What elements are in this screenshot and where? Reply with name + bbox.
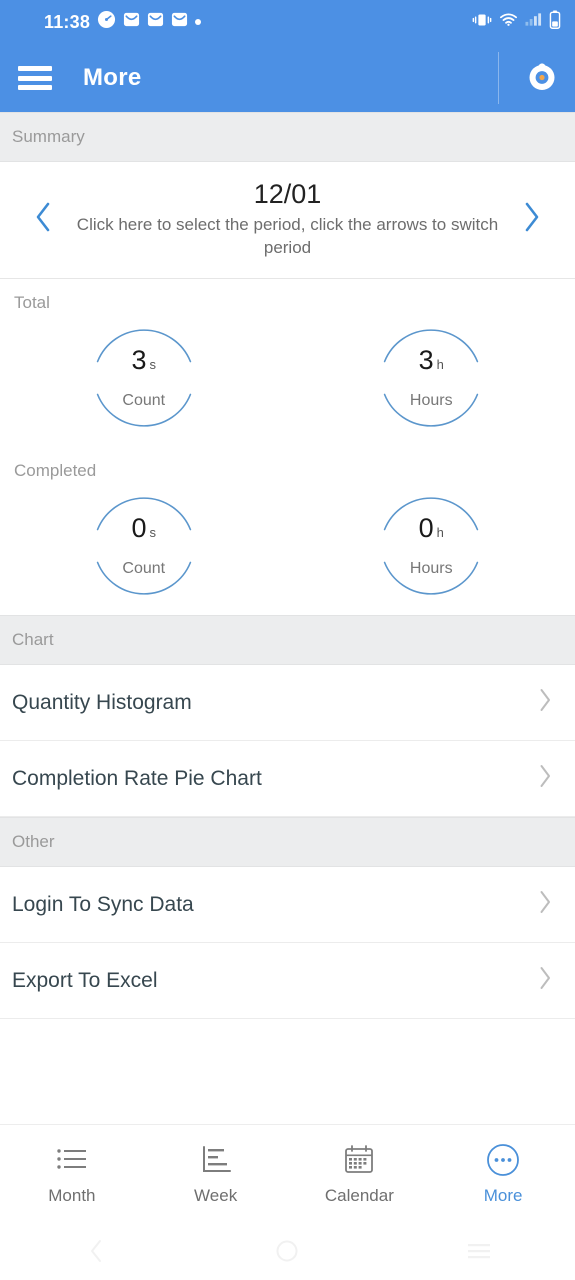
mail-icon <box>147 11 164 33</box>
list-item-label: Completion Rate Pie Chart <box>12 766 262 790</box>
tab-label: Calendar <box>324 1185 394 1205</box>
list-item-export-to-excel[interactable]: Export To Excel <box>0 943 575 1020</box>
status-bar: 11:38 <box>0 0 575 44</box>
chevron-right-icon <box>537 888 553 921</box>
ellipsis-circle-icon <box>485 1142 521 1178</box>
gauge-unit: h <box>436 524 444 540</box>
section-header-chart: Chart <box>0 615 575 666</box>
app-bar-divider <box>498 52 499 104</box>
dot-indicator-icon <box>195 19 202 25</box>
tab-more[interactable]: More <box>431 1125 575 1222</box>
gauge-total-count: 3s Count <box>85 319 203 437</box>
gauge-value: 0h <box>418 512 444 543</box>
hamburger-menu-icon[interactable] <box>18 66 52 90</box>
chevron-right-icon <box>537 762 553 795</box>
summary-completed-block: Completed 0s Count 0h Hours <box>0 447 575 616</box>
period-next-button[interactable] <box>515 196 549 242</box>
app-bar-actions <box>498 44 559 112</box>
tab-week[interactable]: Week <box>144 1125 288 1222</box>
period-value: 12/01 <box>253 179 322 209</box>
tab-month[interactable]: Month <box>0 1125 144 1222</box>
summary-completed-label: Completed <box>14 461 97 481</box>
list-item-completion-rate-pie-chart[interactable]: Completion Rate Pie Chart <box>0 741 575 818</box>
timer-icon[interactable] <box>525 59 559 98</box>
gauge-ring <box>96 497 191 595</box>
gauge-label: Count <box>122 391 166 409</box>
mail-icon <box>123 11 140 33</box>
app-screen: 11:38 More Summary 12/01 Click here to s… <box>0 0 575 1280</box>
signal-icon <box>525 12 542 32</box>
gauge-cell: 3s Count <box>0 313 288 447</box>
list-item-quantity-histogram[interactable]: Quantity Histogram <box>0 665 575 742</box>
gauge-value: 3h <box>418 344 444 375</box>
period-selector[interactable]: 12/01 Click here to select the period, c… <box>0 162 575 280</box>
summary-total-block: Total 3s Count 3h Hours <box>0 279 575 448</box>
page-title: More <box>83 64 142 91</box>
bar-chart-icon <box>200 1142 232 1178</box>
gauge-unit: s <box>149 524 157 540</box>
home-icon[interactable] <box>252 1231 322 1271</box>
period-prev-button[interactable] <box>26 196 60 242</box>
content-spacer <box>0 1019 575 1124</box>
tab-label: Month <box>48 1185 96 1205</box>
chevron-right-icon <box>537 964 553 997</box>
gauge-cell: 0h Hours <box>288 481 575 615</box>
mail-icon <box>171 11 188 33</box>
vibrate-icon <box>472 12 492 33</box>
status-bar-right <box>472 10 561 34</box>
gauge-ring <box>96 329 191 427</box>
bottom-tab-bar: Month Week Calendar More <box>0 1124 575 1222</box>
gauge-cell: 3h Hours <box>288 313 575 447</box>
tab-calendar[interactable]: Calendar <box>288 1125 432 1222</box>
calendar-icon <box>343 1142 375 1178</box>
battery-icon <box>549 10 561 34</box>
back-icon[interactable] <box>61 1231 131 1271</box>
gauge-label: Hours <box>409 559 453 577</box>
period-label-group[interactable]: 12/01 Click here to select the period, c… <box>60 178 515 260</box>
gauge-total-hours: 3h Hours <box>372 319 490 437</box>
chevron-left-icon <box>32 200 54 239</box>
android-nav-bar <box>0 1222 575 1280</box>
chevron-right-icon <box>521 200 543 239</box>
app-bar: More <box>0 44 575 112</box>
tab-label: Week <box>194 1185 238 1205</box>
list-item-label: Quantity Histogram <box>12 690 192 714</box>
status-bar-left: 11:38 <box>44 10 202 34</box>
period-hint: Click here to select the period, click t… <box>76 215 499 258</box>
gauge-completed-hours: 0h Hours <box>372 487 490 605</box>
summary-total-gauges: 3s Count 3h Hours <box>0 313 575 447</box>
gauge-completed-count: 0s Count <box>85 487 203 605</box>
gauge-cell: 0s Count <box>0 481 288 615</box>
gauge-label: Count <box>122 559 166 577</box>
tab-label: More <box>483 1185 523 1205</box>
list-item-label: Export To Excel <box>12 968 158 992</box>
gauge-ring <box>384 497 479 595</box>
chevron-right-icon <box>537 686 553 719</box>
section-header-summary: Summary <box>0 112 575 162</box>
gauge-label: Hours <box>409 391 453 409</box>
section-header-other: Other <box>0 817 575 868</box>
summary-completed-gauges: 0s Count 0h Hours <box>0 481 575 615</box>
gauge-unit: s <box>149 356 157 372</box>
list-item-login-to-sync-data[interactable]: Login To Sync Data <box>0 867 575 944</box>
gauge-unit: h <box>436 356 444 372</box>
gauge-value: 3s <box>131 344 157 375</box>
gauge-value: 0s <box>131 512 157 543</box>
wifi-icon <box>499 12 518 32</box>
gauge-ring <box>384 329 479 427</box>
status-bar-clock: 11:38 <box>44 11 91 32</box>
list-item-label: Login To Sync Data <box>12 892 194 916</box>
recents-icon[interactable] <box>444 1231 514 1271</box>
summary-total-label: Total <box>14 293 50 313</box>
list-icon <box>55 1142 89 1178</box>
clock-icon <box>97 10 116 34</box>
